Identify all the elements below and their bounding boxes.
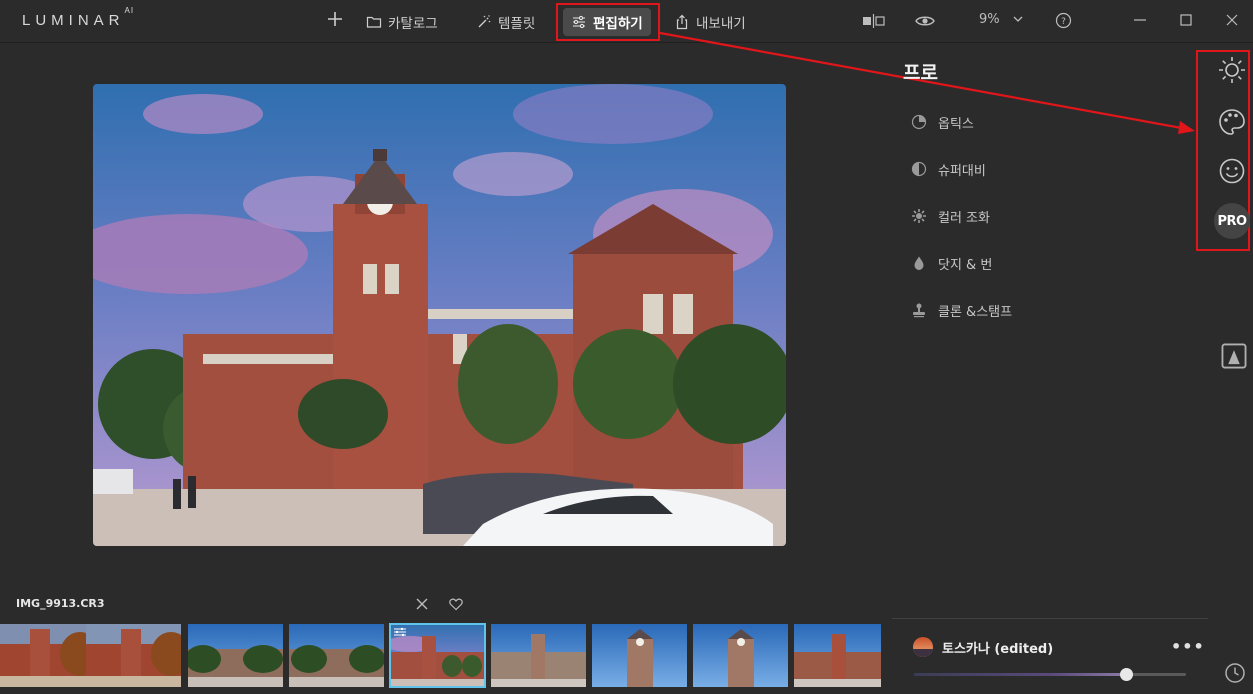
magic-wand-icon [478, 15, 491, 28]
help-icon[interactable]: ? [1055, 12, 1072, 29]
thumbnail[interactable] [693, 624, 788, 687]
tool-dodge-burn[interactable]: 닷지 & 번 [911, 252, 992, 274]
portrait-face-icon[interactable] [1217, 156, 1247, 186]
minimize-icon[interactable] [1130, 10, 1150, 30]
thumbnail-image [794, 624, 881, 687]
optics-icon [911, 114, 927, 130]
color-harmony-icon [912, 209, 926, 223]
thumbnail[interactable] [592, 624, 687, 687]
tool-clone-stamp-label: 클론 &스탬프 [938, 304, 1013, 320]
thumbnail-selected[interactable] [389, 623, 486, 688]
thumbnail-image [693, 624, 788, 687]
thumbnail-image [188, 624, 283, 687]
maximize-icon[interactable] [1176, 10, 1196, 30]
thumbnail[interactable] [491, 624, 586, 687]
thumbnail-image [592, 624, 687, 687]
photo-image [93, 84, 786, 546]
contrast-icon [911, 161, 927, 177]
preset-thumbnail-image [913, 637, 933, 657]
edited-sliders-icon [394, 627, 406, 637]
tool-optics[interactable]: 옵틱스 [911, 111, 974, 133]
folder-icon [366, 16, 382, 28]
heart-icon[interactable] [449, 597, 463, 611]
pro-category-button[interactable]: PRO [1214, 203, 1250, 239]
tab-templates[interactable]: 템플릿 [468, 8, 543, 36]
main-photo[interactable] [93, 84, 786, 546]
chevron-down-icon[interactable] [1013, 15, 1023, 23]
tool-clone-stamp[interactable]: 클론 &스탬프 [911, 299, 1012, 321]
tool-dodge-burn-label: 닷지 & 번 [938, 257, 993, 273]
svg-text:?: ? [1061, 17, 1066, 27]
slider-handle[interactable] [1120, 668, 1133, 681]
thumbnail-image [86, 624, 181, 687]
thumbnail-image [491, 624, 586, 687]
zoom-value[interactable]: 9% [979, 12, 1000, 27]
plus-icon [328, 12, 342, 26]
thumbnail[interactable] [794, 624, 881, 687]
tool-color-harmony[interactable]: 컬러 조화 [911, 205, 990, 227]
more-options-button[interactable]: ••• [1171, 637, 1205, 656]
tool-optics-label: 옵틱스 [938, 116, 974, 132]
preset-name: 토스카나 (edited) [942, 642, 1054, 657]
drop-icon [914, 256, 924, 270]
tab-templates-label: 템플릿 [498, 16, 536, 32]
tool-supercontrast[interactable]: 슈퍼대비 [911, 158, 986, 180]
thumbnail[interactable] [188, 624, 283, 687]
app-logo: LUMINARAI [22, 6, 135, 29]
thumbnail-image [0, 624, 95, 687]
thumbnail[interactable] [0, 624, 95, 687]
preset-amount-slider[interactable] [914, 673, 1186, 676]
creative-palette-icon[interactable] [1217, 107, 1247, 137]
history-clock-icon[interactable] [1224, 662, 1246, 684]
preset-thumbnail [913, 637, 933, 657]
compare-icon[interactable] [862, 13, 886, 29]
stamp-icon [913, 303, 925, 318]
layers-icon[interactable] [1219, 341, 1249, 371]
tab-catalog[interactable]: 카탈로그 [358, 8, 446, 36]
eye-icon[interactable] [915, 13, 935, 29]
close-icon[interactable] [1222, 10, 1242, 30]
tool-supercontrast-label: 슈퍼대비 [938, 163, 986, 179]
preset-divider [892, 618, 1208, 619]
highlight-edit-tab [556, 3, 660, 41]
thumbnail-image [289, 624, 384, 687]
tab-catalog-label: 카탈로그 [388, 16, 438, 32]
reject-x-icon[interactable] [414, 596, 430, 612]
add-button[interactable] [326, 10, 344, 30]
tool-color-harmony-label: 컬러 조화 [938, 210, 990, 226]
thumbnail[interactable] [289, 624, 384, 687]
essentials-sun-icon[interactable] [1217, 55, 1247, 85]
thumbnail[interactable] [86, 624, 181, 687]
panel-title: 프로 [903, 62, 938, 84]
filename-label: IMG_9913.CR3 [16, 597, 105, 610]
